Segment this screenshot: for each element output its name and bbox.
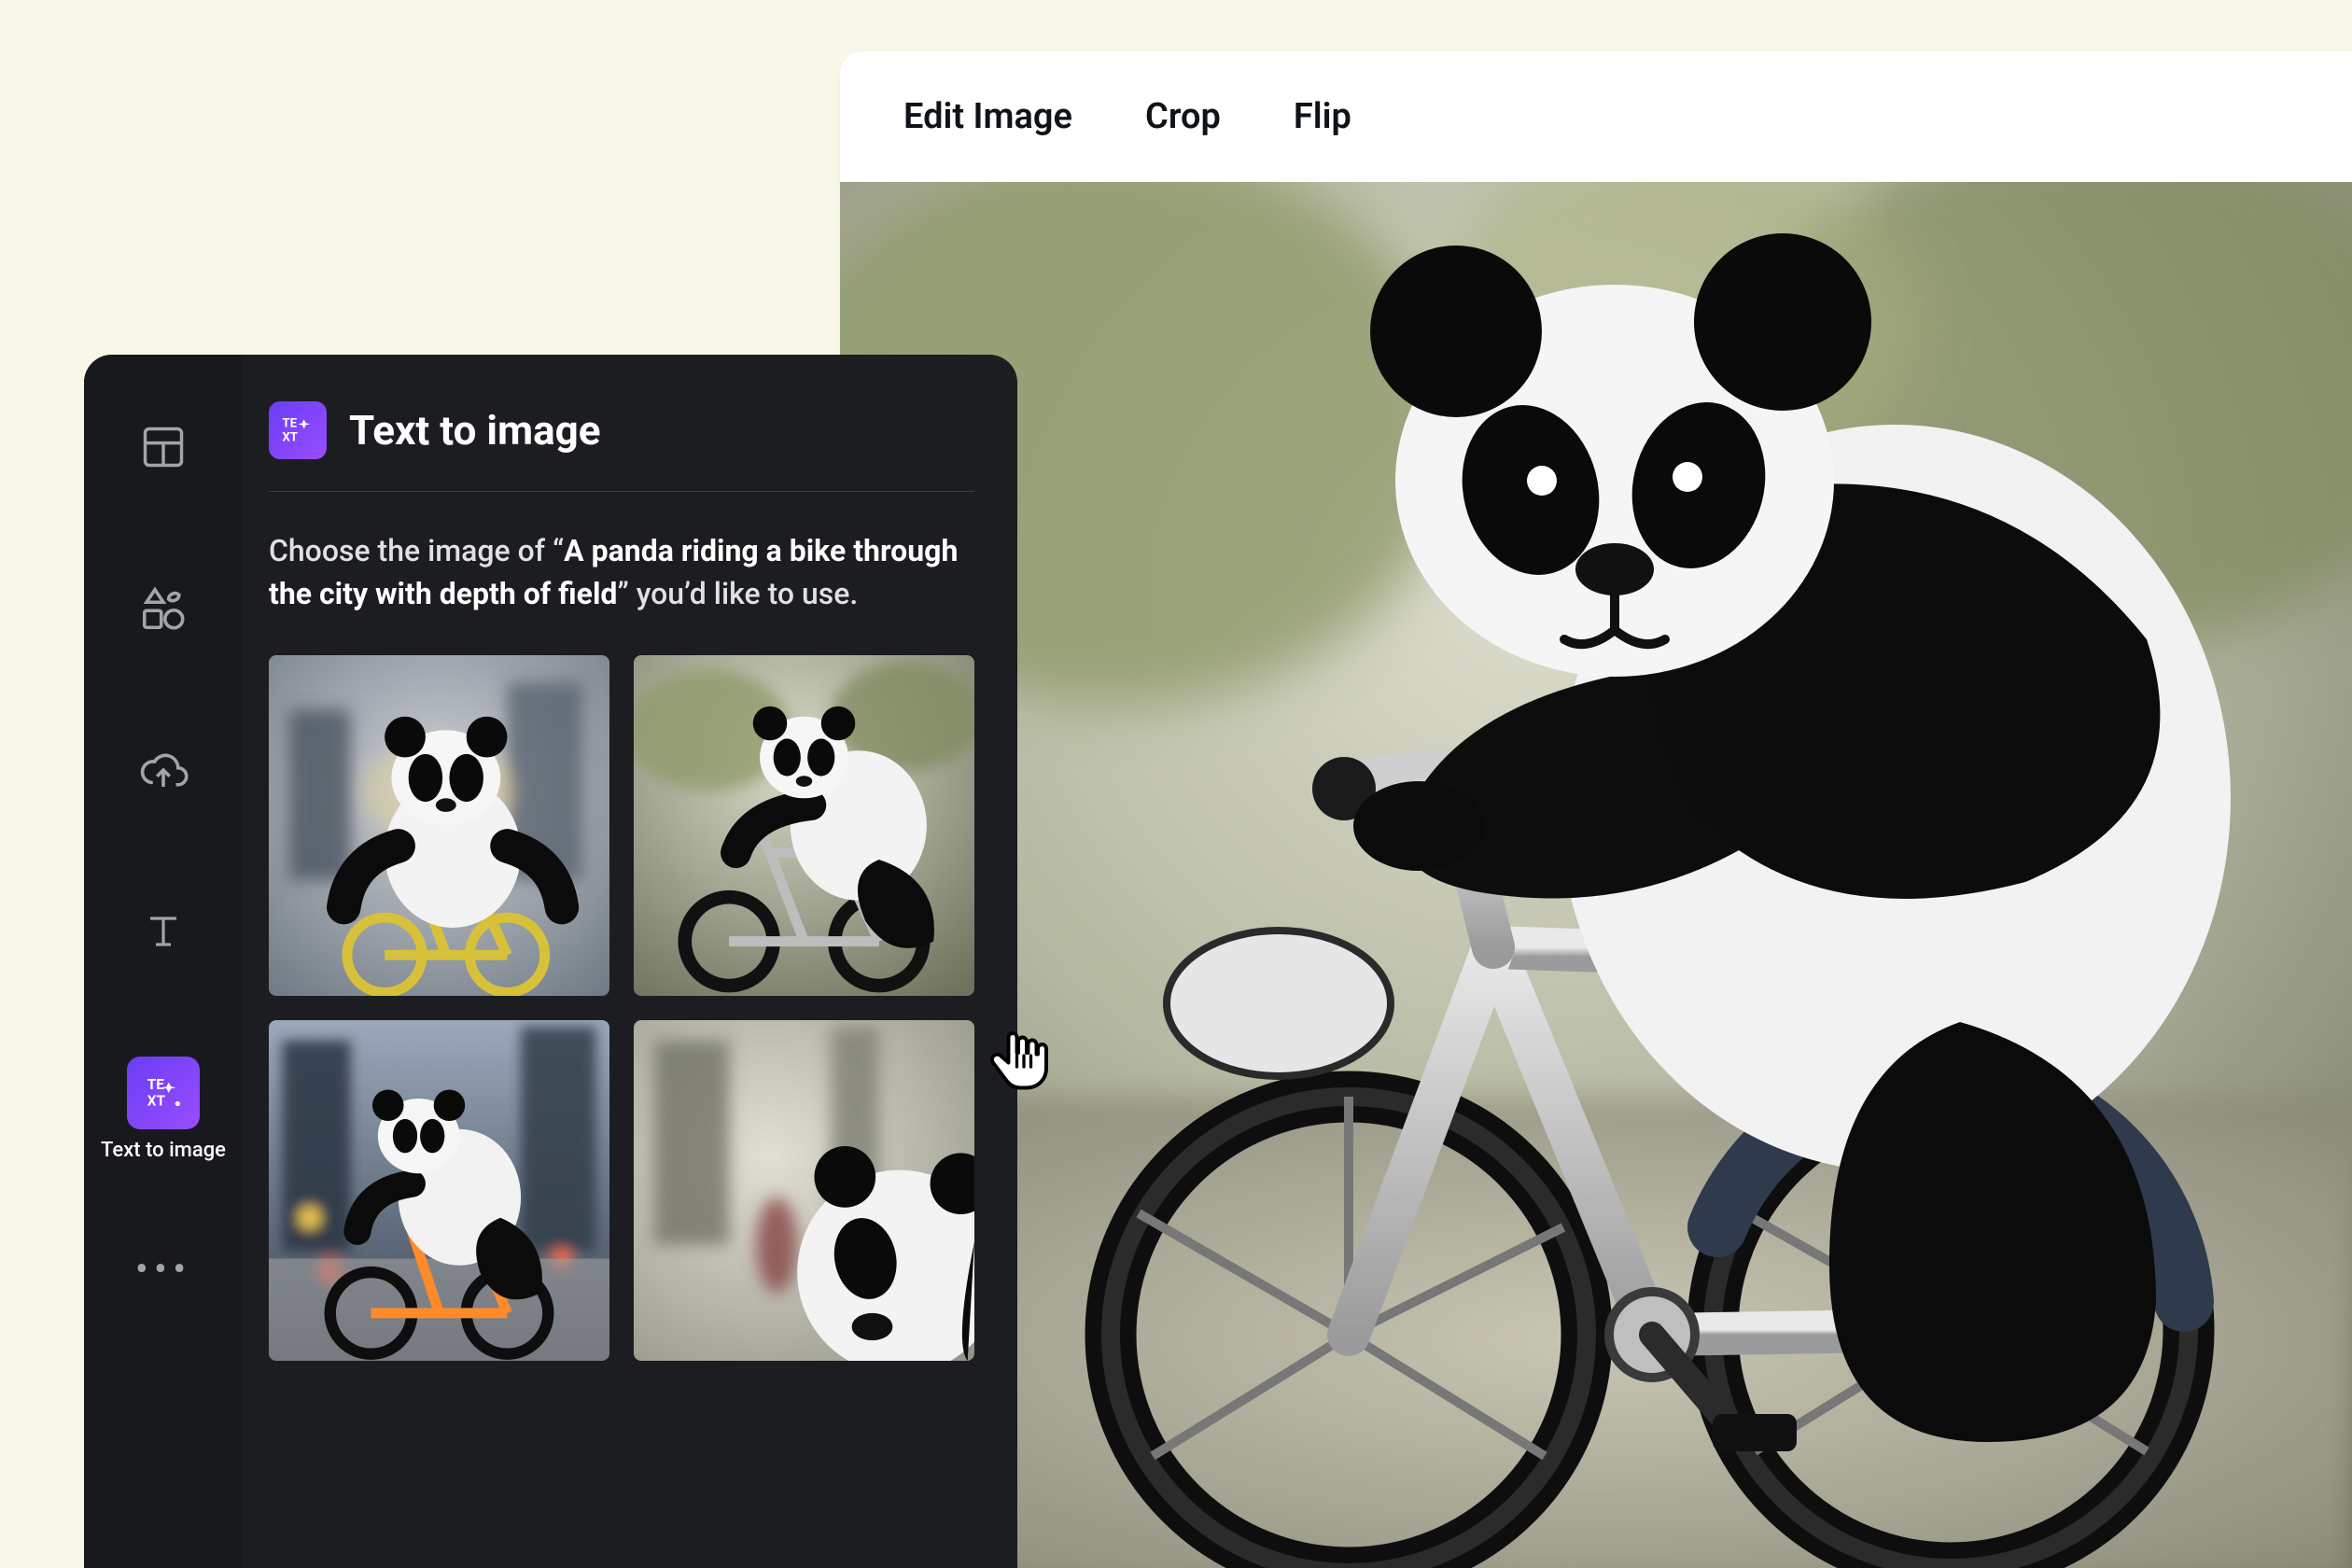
panel-header: TE XT Text to image bbox=[269, 401, 974, 492]
canvas-image bbox=[840, 182, 2352, 1568]
panel-content: TE XT Text to image Choose the image of … bbox=[243, 355, 1017, 1568]
thumbnail-4[interactable] bbox=[634, 1020, 974, 1361]
editor-toolbar: Edit Image Crop Flip bbox=[840, 51, 2352, 182]
thumbnail-image bbox=[634, 1020, 974, 1361]
thumbnail-2[interactable] bbox=[634, 655, 974, 996]
toolbar-flip[interactable]: Flip bbox=[1294, 96, 1351, 137]
thumbnail-image bbox=[634, 655, 974, 996]
svg-text:XT: XT bbox=[147, 1092, 166, 1109]
prompt-suffix: ” you’d like to use. bbox=[617, 576, 858, 611]
thumbnail-image bbox=[269, 655, 609, 996]
text-icon bbox=[141, 909, 186, 954]
panel-header-icon: TE XT bbox=[269, 401, 327, 459]
thumbnail-image bbox=[269, 1020, 609, 1361]
text-to-image-icon: TE XT bbox=[279, 412, 316, 449]
editor-canvas[interactable] bbox=[840, 182, 2352, 1568]
upload-cloud-icon bbox=[138, 745, 189, 795]
rail-elements[interactable] bbox=[84, 572, 243, 645]
editor-window: Edit Image Crop Flip bbox=[840, 51, 2352, 1568]
toolbar-edit-image[interactable]: Edit Image bbox=[903, 96, 1072, 137]
more-icon: ••• bbox=[135, 1251, 192, 1290]
text-to-image-icon: TE XT bbox=[142, 1071, 185, 1114]
svg-text:TE: TE bbox=[282, 417, 297, 431]
side-panel: TE XT Text to image ••• TE XT Text to im… bbox=[84, 355, 1017, 1568]
thumbnail-3[interactable] bbox=[269, 1020, 609, 1361]
panel-prompt: Choose the image of “A panda riding a bi… bbox=[269, 529, 974, 616]
thumbnail-1[interactable] bbox=[269, 655, 609, 996]
rail-templates[interactable] bbox=[84, 411, 243, 483]
rail-more[interactable]: ••• bbox=[84, 1251, 243, 1290]
prompt-prefix: Choose the image of “ bbox=[269, 533, 564, 568]
toolbar-crop[interactable]: Crop bbox=[1145, 96, 1221, 137]
elements-icon bbox=[138, 583, 189, 634]
templates-icon bbox=[139, 423, 188, 471]
panel-title: Text to image bbox=[349, 406, 601, 455]
thumbnail-grid bbox=[269, 655, 974, 1361]
rail-text-to-image-label: Text to image bbox=[101, 1139, 226, 1162]
side-rail: TE XT Text to image ••• bbox=[84, 355, 243, 1568]
svg-text:TE: TE bbox=[147, 1076, 164, 1093]
svg-text:XT: XT bbox=[282, 431, 298, 445]
rail-text-to-image[interactable]: TE XT Text to image bbox=[84, 1057, 243, 1162]
rail-text[interactable] bbox=[84, 895, 243, 968]
rail-uploads[interactable] bbox=[84, 734, 243, 806]
